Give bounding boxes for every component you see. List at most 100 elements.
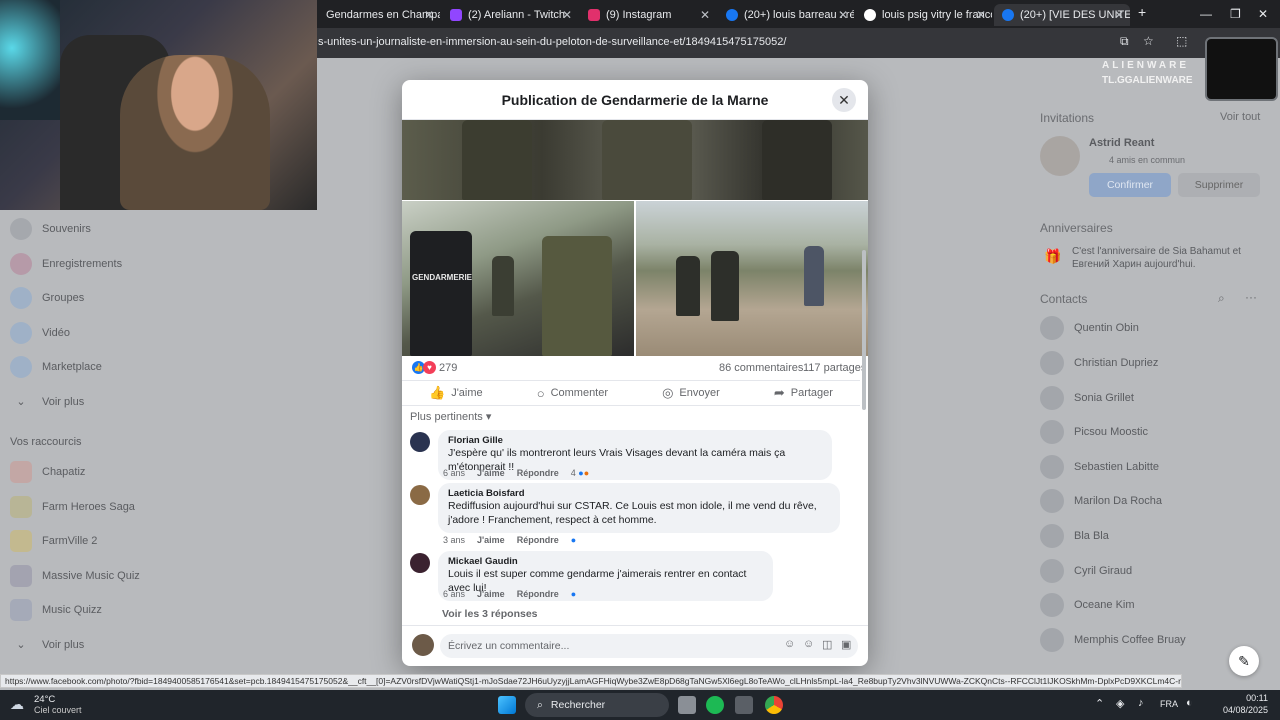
contact-item[interactable]: Bla Bla xyxy=(1040,524,1109,548)
invite-name[interactable]: Astrid Reant xyxy=(1089,137,1154,149)
tab-2[interactable]: (2) Areliann - Twitch ✕ xyxy=(442,4,578,26)
url-text[interactable]: s-unites-un-journaliste-en-immersion-au-… xyxy=(318,36,786,48)
cast-icon[interactable]: ⧉ xyxy=(1120,34,1129,49)
temperature[interactable]: 24°C xyxy=(34,694,55,705)
contact-item[interactable]: Oceane Kim xyxy=(1040,593,1135,617)
post-photo[interactable] xyxy=(402,120,868,200)
comment-reply-button[interactable]: Répondre xyxy=(517,468,559,478)
view-replies-link[interactable]: Voir les 3 réponses xyxy=(442,608,538,620)
clock-date[interactable]: 04/08/2025 xyxy=(1220,705,1268,715)
comment-author[interactable]: Florian Gille xyxy=(448,435,822,447)
star-icon[interactable]: ☆ xyxy=(1143,34,1154,48)
comment-sort-dropdown[interactable]: Plus pertinents ▾ xyxy=(410,410,491,423)
confirm-button[interactable]: Confirmer xyxy=(1089,173,1171,197)
shortcut-farm-heroes[interactable]: Farm Heroes Saga xyxy=(10,496,135,518)
close-icon[interactable]: ✕ xyxy=(562,8,572,22)
share-button[interactable]: ➦ Partager xyxy=(774,385,833,401)
windows-start-icon[interactable] xyxy=(498,696,516,714)
spotify-icon[interactable] xyxy=(706,696,724,714)
comment-age[interactable]: 3 ans xyxy=(443,535,465,545)
contact-item[interactable]: Cyril Giraud xyxy=(1040,559,1132,583)
volume-icon[interactable]: ◐ xyxy=(1186,697,1193,709)
chrome-icon[interactable] xyxy=(765,696,783,714)
extensions-icon[interactable]: ⬚ xyxy=(1176,34,1187,48)
avatar[interactable] xyxy=(410,485,430,505)
shortcut-farmville[interactable]: FarmVille 2 xyxy=(10,530,97,552)
tab-4[interactable]: (20+) louis barreau : résu✕ xyxy=(718,4,854,26)
shortcut-chapatiz[interactable]: Chapatiz xyxy=(10,461,85,483)
minimize-icon[interactable]: — xyxy=(1200,7,1212,21)
sidebar-item-groupes[interactable]: Groupes xyxy=(10,287,84,309)
scrollbar[interactable] xyxy=(862,250,866,410)
emoji-icon[interactable]: ☺ xyxy=(803,638,814,650)
taskbar-search[interactable]: ⌕ Rechercher xyxy=(525,693,669,717)
comment-author[interactable]: Laeticia Boisfard xyxy=(448,488,830,500)
tab-6-active[interactable]: (20+) [VIE DES UNITES] U✕ xyxy=(994,4,1130,26)
camera-icon[interactable]: ◫ xyxy=(822,638,832,651)
new-message-button[interactable]: ✎ xyxy=(1229,646,1259,676)
close-icon[interactable]: ✕ xyxy=(838,8,848,22)
delete-button[interactable]: Supprimer xyxy=(1178,173,1260,197)
new-tab-icon[interactable]: + xyxy=(1138,4,1146,20)
close-window-icon[interactable]: ✕ xyxy=(1258,7,1268,21)
sidebar-item-souvenirs[interactable]: Souvenirs xyxy=(10,218,91,240)
contact-item[interactable]: Sebastien Labitte xyxy=(1040,455,1159,479)
close-icon[interactable]: ✕ xyxy=(700,8,710,22)
task-view-icon[interactable] xyxy=(678,696,696,714)
weather-text[interactable]: Ciel couvert xyxy=(34,705,82,715)
contact-item[interactable]: Picsou Moostic xyxy=(1040,420,1148,444)
mic-icon[interactable]: ♪ xyxy=(1138,697,1144,709)
avatar[interactable] xyxy=(1040,136,1080,176)
clock-time[interactable]: 00:11 xyxy=(1226,693,1268,703)
post-photo[interactable]: GENDARMERIE xyxy=(402,201,634,356)
contact-item[interactable]: Quentin Obin xyxy=(1040,316,1139,340)
like-reaction-icon[interactable]: ● xyxy=(571,589,576,599)
comment-reply-button[interactable]: Répondre xyxy=(517,535,559,545)
invitations-see-all-link[interactable]: Voir tout xyxy=(1220,111,1260,123)
tab-1[interactable]: Gendarmes en Champagn✕ xyxy=(318,4,440,26)
sidebar-item-enregistrements[interactable]: Enregistrements xyxy=(10,253,122,275)
network-icon[interactable]: ◈ xyxy=(1116,697,1124,710)
contact-item[interactable]: Sonia Grillet xyxy=(1040,386,1134,410)
comments-count[interactable]: 86 commentaires xyxy=(719,362,803,374)
sidebar-item-video[interactable]: Vidéo xyxy=(10,322,70,344)
comment-like-button[interactable]: J'aime xyxy=(477,468,505,478)
shortcut-massive-music[interactable]: Massive Music Quiz xyxy=(10,565,140,587)
comment-button[interactable]: ○ Commenter xyxy=(537,386,608,401)
comment-like-button[interactable]: J'aime xyxy=(477,535,505,545)
shortcuts-voir-plus[interactable]: ⌄ Voir plus xyxy=(10,634,84,656)
language[interactable]: FRA xyxy=(1160,699,1178,709)
post-photo[interactable] xyxy=(636,201,868,356)
send-button[interactable]: ◎ Envoyer xyxy=(662,385,720,401)
more-icon[interactable]: ··· xyxy=(1245,290,1257,304)
close-icon[interactable]: ✕ xyxy=(1114,8,1124,22)
comment-input[interactable] xyxy=(440,634,858,658)
sidebar-item-marketplace[interactable]: Marketplace xyxy=(10,356,102,378)
close-icon[interactable]: ✕ xyxy=(976,8,986,22)
like-button[interactable]: 👍 J'aime xyxy=(429,385,483,401)
comment-reactions[interactable]: 4 ●● xyxy=(571,468,589,478)
contact-item[interactable]: Christian Dupriez xyxy=(1040,351,1158,375)
avatar[interactable] xyxy=(410,553,430,573)
chevron-up-icon[interactable]: ⌃ xyxy=(1095,697,1104,710)
comment-age[interactable]: 6 ans xyxy=(443,589,465,599)
shares-count[interactable]: 117 partages xyxy=(803,362,866,374)
close-icon[interactable]: ✕ xyxy=(832,88,856,112)
contact-item[interactable]: Marilon Da Rocha xyxy=(1040,489,1162,513)
tab-5[interactable]: louis psig vitry le francois✕ xyxy=(856,4,992,26)
comment-age[interactable]: 6 ans xyxy=(443,468,465,478)
avatar-sticker-icon[interactable]: ☺ xyxy=(784,638,795,650)
xbox-icon[interactable] xyxy=(735,696,753,714)
sidebar-item-voir-plus[interactable]: ⌄ Voir plus xyxy=(10,391,84,413)
like-reaction-icon[interactable]: ● xyxy=(571,535,576,545)
reactions-count[interactable]: 279 xyxy=(439,362,457,374)
avatar[interactable] xyxy=(410,432,430,452)
comment-reply-button[interactable]: Répondre xyxy=(517,589,559,599)
search-icon[interactable]: ⌕ xyxy=(1218,291,1225,306)
close-icon[interactable]: ✕ xyxy=(424,8,434,22)
shortcut-music-quizz[interactable]: Music Quizz xyxy=(10,599,102,621)
contact-item[interactable]: Memphis Coffee Bruay xyxy=(1040,628,1186,652)
gif-icon[interactable]: ▣ xyxy=(841,638,851,651)
tab-3[interactable]: (9) Instagram ✕ xyxy=(580,4,716,26)
maximize-icon[interactable]: ❐ xyxy=(1230,7,1241,21)
